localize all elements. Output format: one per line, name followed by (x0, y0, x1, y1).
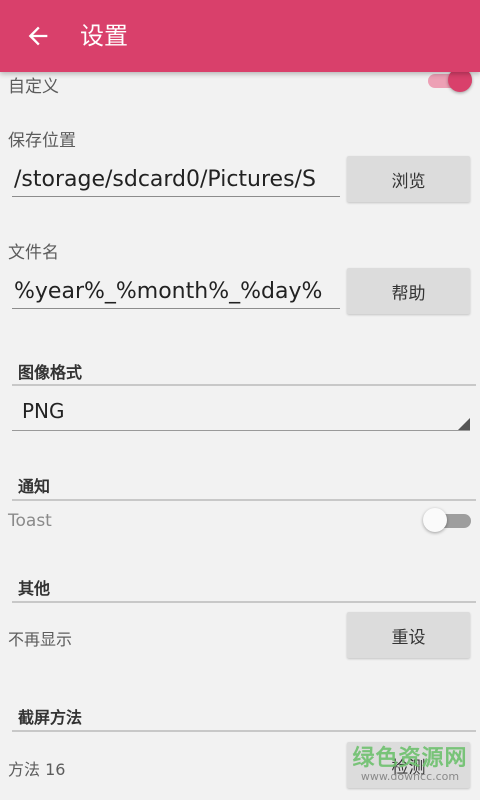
help-button[interactable]: 帮助 (347, 268, 470, 314)
image-format-value: PNG (22, 399, 65, 423)
save-location-label: 保存位置 (8, 131, 76, 151)
toast-label: Toast (8, 511, 52, 531)
section-divider (12, 384, 476, 386)
section-divider (12, 601, 476, 603)
toast-switch[interactable] (423, 506, 473, 536)
file-name-label: 文件名 (8, 243, 59, 263)
section-title-image-format: 图像格式 (18, 363, 83, 382)
section-title-other: 其他 (18, 579, 51, 598)
reset-button[interactable]: 重设 (347, 612, 470, 658)
save-location-input[interactable] (12, 162, 340, 197)
section-divider (12, 730, 476, 732)
file-name-input[interactable] (12, 274, 340, 309)
browse-button[interactable]: 浏览 (347, 156, 470, 202)
page-title: 设置 (80, 22, 128, 50)
section-title-screenshot-method: 截屏方法 (18, 708, 83, 727)
custom-label: 自定义 (8, 77, 59, 97)
dropdown-arrow-icon (458, 418, 470, 430)
arrow-left-icon[interactable] (24, 22, 52, 50)
section-title-notification: 通知 (18, 477, 51, 496)
method-label: 方法 16 (8, 760, 66, 779)
app-bar: 设置 (0, 0, 480, 72)
no-show-label: 不再显示 (8, 630, 73, 649)
detect-button[interactable]: 检测 (347, 742, 470, 788)
image-format-select[interactable]: PNG (12, 396, 470, 431)
switch-thumb (423, 508, 447, 532)
section-divider (12, 499, 476, 501)
